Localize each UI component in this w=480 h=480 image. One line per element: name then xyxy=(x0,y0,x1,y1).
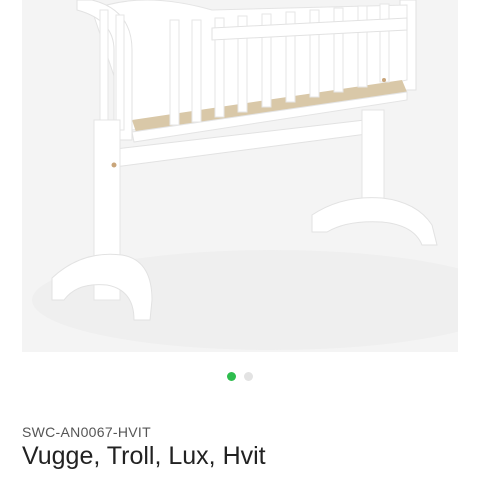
carousel-dot-2[interactable] xyxy=(244,372,253,381)
product-title: Vugge, Troll, Lux, Hvit xyxy=(22,442,266,470)
cradle-illustration xyxy=(22,0,458,352)
carousel-dot-1[interactable] xyxy=(227,372,236,381)
product-sku: SWC-AN0067-HVIT xyxy=(22,424,151,440)
carousel-indicator xyxy=(0,372,480,381)
product-image[interactable] xyxy=(22,0,458,352)
